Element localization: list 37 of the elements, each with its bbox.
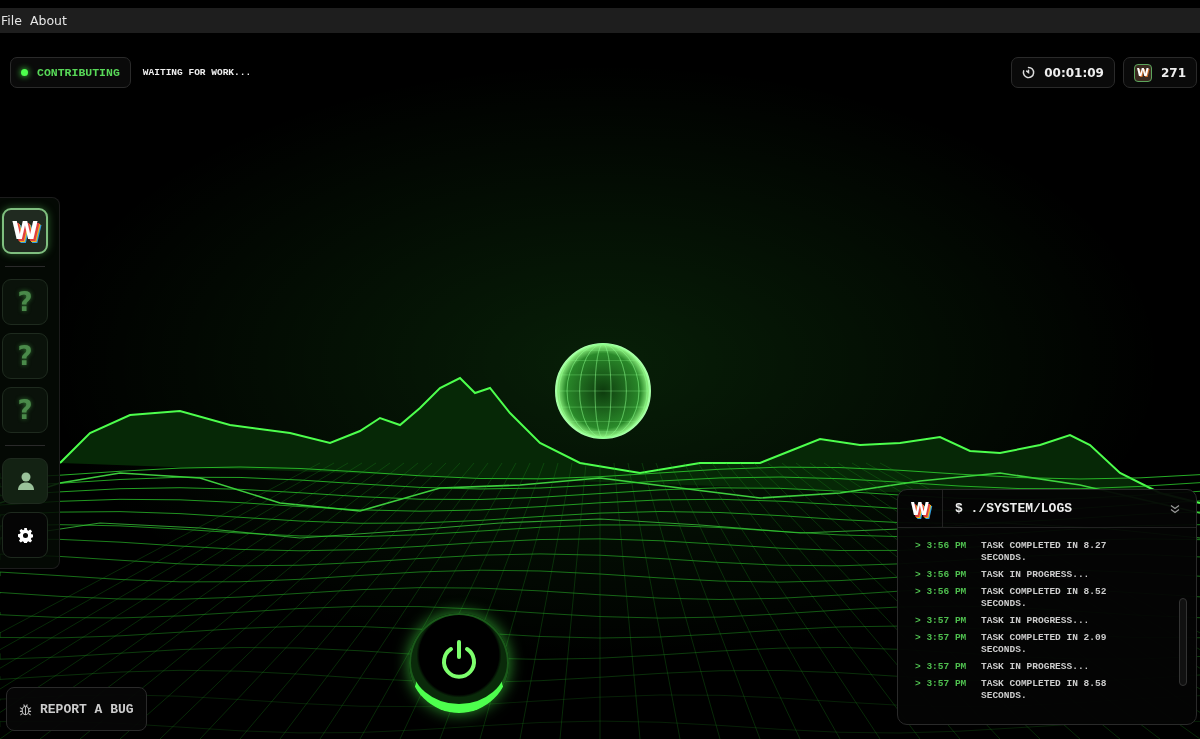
settings-button[interactable]	[2, 512, 48, 558]
scrollbar[interactable]	[1179, 598, 1187, 686]
log-message: TASK COMPLETED IN 2.09 SECONDS.	[981, 632, 1108, 656]
locked-button[interactable]: ?	[2, 279, 48, 325]
report-bug-button[interactable]: REPORT A BUG	[6, 687, 147, 731]
status-label: CONTRIBUTING	[37, 66, 120, 79]
log-message: TASK COMPLETED IN 8.27 SECONDS.	[981, 540, 1108, 564]
menu-item[interactable]: About	[29, 13, 67, 28]
log-time: > 3:56 PM	[915, 540, 968, 553]
log-message: TASK IN PROGRESS...	[981, 661, 1091, 673]
locked-button[interactable]: ?	[2, 387, 48, 433]
person-icon	[15, 471, 35, 491]
log-time: > 3:56 PM	[915, 569, 968, 581]
log-time: > 3:57 PM	[915, 661, 968, 673]
bug-icon	[19, 702, 32, 716]
settings-icon	[17, 527, 33, 543]
log-message: TASK COMPLETED IN 8.52 SECONDS.	[981, 586, 1108, 610]
collapse-icon[interactable]	[1170, 503, 1180, 514]
logo-icon: W	[910, 498, 930, 519]
timer-value: 00:01:09	[1044, 65, 1104, 80]
logo-button[interactable]: W	[2, 208, 48, 254]
status-message: WAITING FOR WORK...	[142, 67, 252, 78]
locked-button[interactable]: ?	[2, 333, 48, 379]
logo-icon: W	[1133, 63, 1152, 82]
log-time: > 3:57 PM	[915, 632, 968, 645]
power-button[interactable]	[408, 613, 509, 713]
log-message: TASK IN PROGRESS...	[981, 615, 1091, 627]
log-message: TASK IN PROGRESS...	[981, 569, 1091, 581]
log-time: > 3:56 PM	[915, 586, 968, 599]
log-time: > 3:57 PM	[915, 615, 968, 627]
profile-button[interactable]	[2, 458, 48, 504]
panel-title: $ ./SYSTEM/LOGS	[954, 501, 1074, 516]
log-time: > 3:57 PM	[915, 678, 968, 691]
timer-icon	[1022, 66, 1036, 79]
menu-item[interactable]: File	[1, 13, 22, 28]
log-message: TASK COMPLETED IN 8.58 SECONDS.	[981, 678, 1108, 702]
points-value: 271	[1160, 65, 1186, 80]
